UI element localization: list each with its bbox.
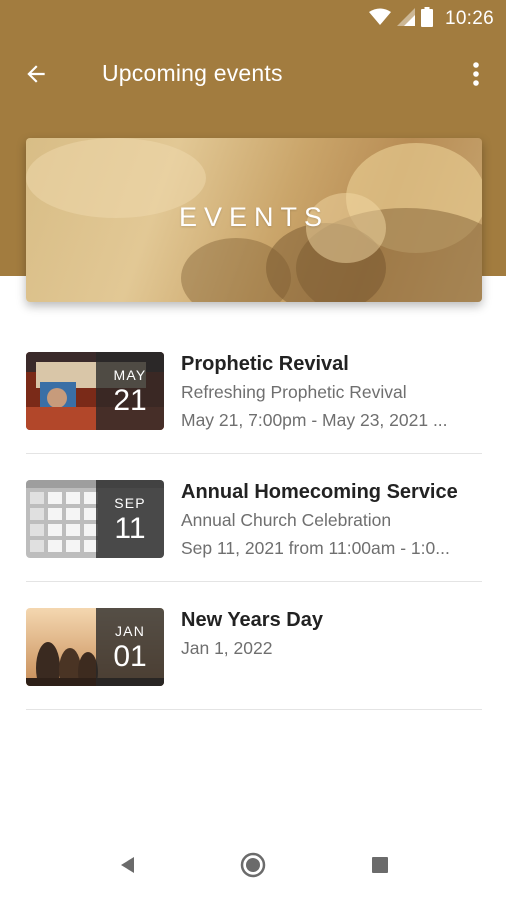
recents-square-icon	[371, 856, 389, 879]
event-text: Prophetic Revival Refreshing Prophetic R…	[181, 350, 482, 434]
event-subtitle: Refreshing Prophetic Revival	[181, 382, 407, 402]
status-time: 10:26	[444, 8, 494, 29]
date-badge-day: 11	[114, 512, 146, 545]
date-badge: SEP 11	[96, 480, 164, 558]
back-button[interactable]	[16, 56, 56, 96]
event-dates: Sep 11, 2021 from 11:00am - 1:0...	[181, 538, 450, 558]
overflow-menu-button[interactable]	[460, 56, 492, 96]
event-title: Annual Homecoming Service	[181, 481, 458, 503]
back-triangle-icon	[118, 855, 136, 880]
event-thumbnail: SEP 11	[26, 480, 164, 558]
system-nav-bar	[0, 834, 506, 900]
nav-recents-button[interactable]	[365, 852, 395, 882]
event-item-new-years-day[interactable]: JAN 01 New Years Day Jan 1, 2022	[26, 582, 482, 710]
page-title: Upcoming events	[102, 60, 283, 86]
status-icons: 10:26	[368, 6, 494, 32]
event-item-annual-homecoming[interactable]: SEP 11 Annual Homecoming Service Annual …	[26, 454, 482, 582]
wifi-icon	[368, 8, 391, 31]
event-dates: Jan 1, 2022	[181, 638, 273, 658]
event-list: MAY 21 Prophetic Revival Refreshing Prop…	[26, 326, 482, 710]
home-circle-icon	[239, 851, 267, 884]
date-badge-month: JAN	[114, 623, 146, 639]
nav-home-button[interactable]	[238, 852, 268, 882]
battery-icon	[420, 6, 433, 32]
nav-back-button[interactable]	[112, 852, 142, 882]
more-vert-icon	[472, 61, 480, 92]
signal-icon	[396, 7, 415, 31]
date-badge: MAY 21	[96, 352, 164, 430]
event-subtitle: Annual Church Celebration	[181, 510, 392, 530]
event-title: Prophetic Revival	[181, 353, 349, 375]
event-text: Annual Homecoming Service Annual Church …	[181, 478, 482, 562]
arrow-back-icon	[23, 61, 49, 92]
event-thumbnail: MAY 21	[26, 352, 164, 430]
event-text: New Years Day Jan 1, 2022	[181, 606, 482, 662]
events-hero-banner: EVENTS	[26, 138, 482, 302]
date-badge: JAN 01	[96, 608, 164, 686]
date-badge-month: SEP	[114, 495, 146, 511]
event-item-prophetic-revival[interactable]: MAY 21 Prophetic Revival Refreshing Prop…	[26, 326, 482, 454]
event-dates: May 21, 7:00pm - May 23, 2021 ...	[181, 410, 448, 430]
hero-title: EVENTS	[178, 202, 330, 232]
event-title: New Years Day	[181, 609, 323, 631]
event-thumbnail: JAN 01	[26, 608, 164, 686]
date-badge-month: MAY	[113, 367, 147, 383]
date-badge-day: 01	[113, 640, 147, 673]
date-badge-day: 21	[113, 384, 147, 417]
app-bar: Upcoming events	[0, 38, 506, 114]
status-bar: 10:26	[0, 0, 506, 38]
